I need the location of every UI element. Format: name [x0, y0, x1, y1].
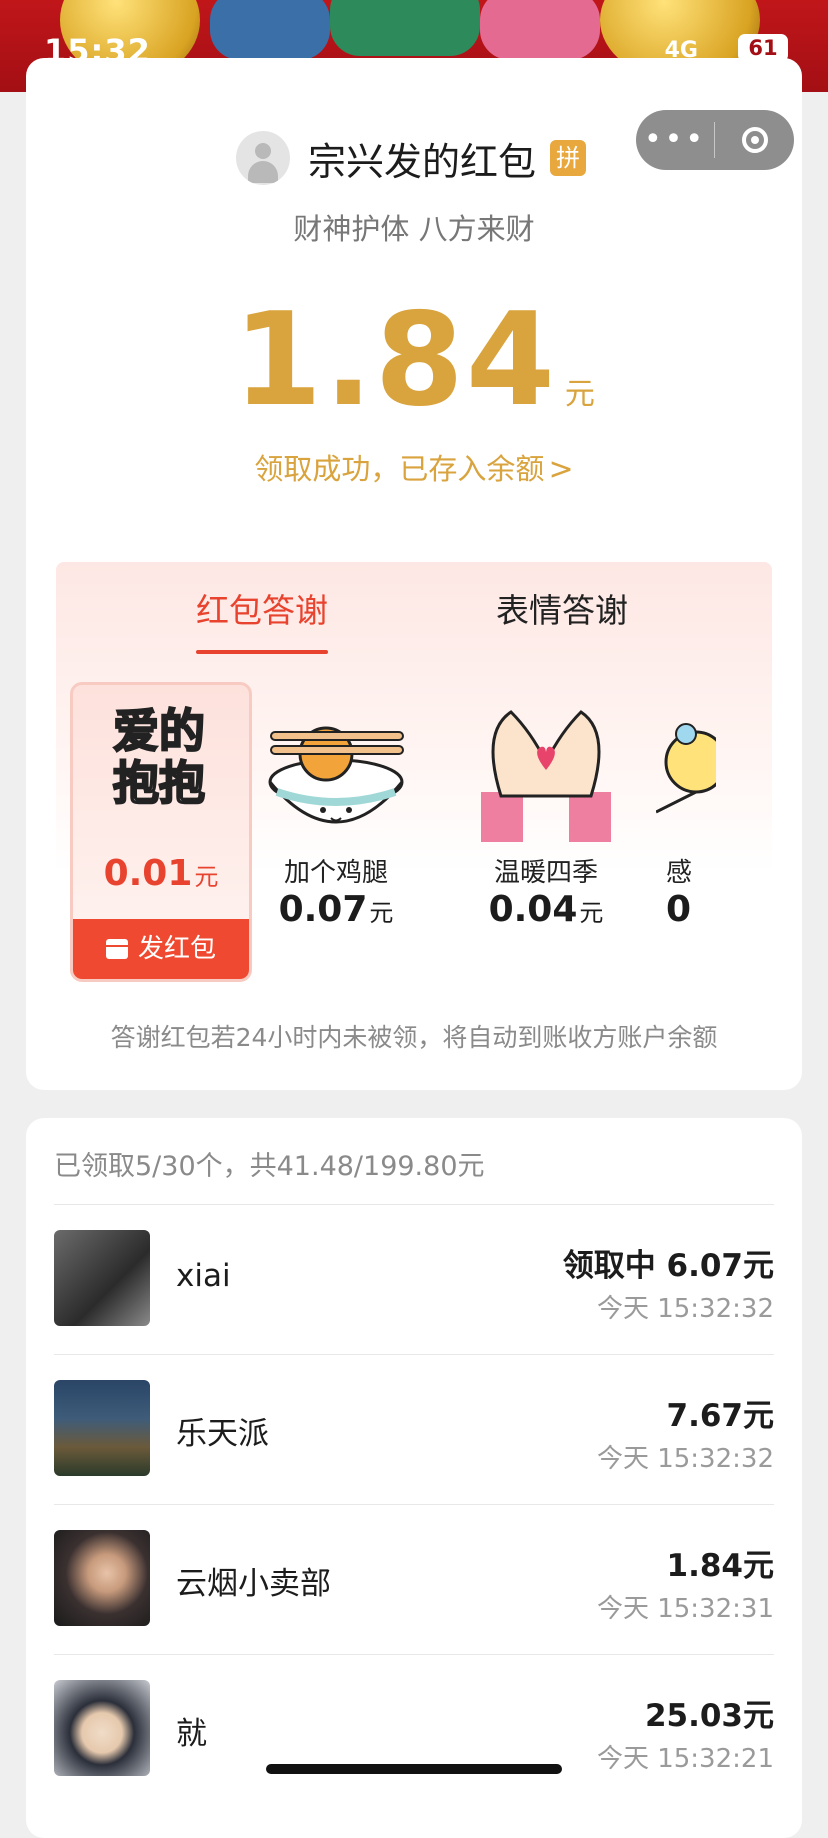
gift-price-value: 0.01 [103, 853, 193, 894]
send-label: 发红包 [137, 934, 216, 964]
receiver-time: 今天 15:32:31 [596, 1594, 774, 1624]
receiver-name: xiai [176, 1258, 231, 1294]
divider [54, 1504, 774, 1505]
gift-price: 0.01元 [73, 853, 249, 894]
receiver-amount: 领取中 6.07元 [562, 1248, 774, 1284]
receiver-name: 就 [176, 1716, 207, 1752]
send-red-packet-button[interactable]: 发红包 [73, 919, 249, 979]
gift-card-hug[interactable]: 爱的 抱抱 0.01元 发红包 [70, 682, 252, 982]
pin-badge: 拼 [550, 140, 587, 176]
receivers-summary: 已领取5/30个，共41.48/199.80元 [54, 1151, 485, 1182]
gift-icon-partial [656, 692, 772, 842]
blessing-text: 财神护体 八方来财 [293, 212, 535, 246]
heart-hands-icon [456, 692, 636, 842]
amount-display: 1.84 元 [0, 296, 828, 426]
receiver-name: 云烟小卖部 [176, 1566, 331, 1602]
more-dots-icon[interactable]: ••• [636, 110, 714, 170]
gift-price-value: 0.07 [278, 889, 368, 930]
receiver-row[interactable]: 乐天派 7.67元 今天 15:32:32 [54, 1380, 774, 1530]
sender-row: 宗兴发的红包 拼 [236, 130, 587, 186]
sender-title: 宗兴发的红包 [308, 139, 537, 184]
gift-price-value: 0.04 [488, 889, 578, 930]
thanks-panel: 红包答谢 表情答谢 爱的 抱抱 0.01元 发红包 加个鸡腿 0.07元 温暖四… [56, 562, 772, 1006]
receiver-name: 乐天派 [176, 1416, 269, 1452]
receiver-amount: 7.67元 [666, 1398, 775, 1434]
receiver-row[interactable]: 就 25.03元 今天 15:32:21 [54, 1680, 774, 1830]
gift-price-unit: 元 [579, 899, 604, 927]
mini-program-capsule: ••• [636, 110, 794, 170]
envelope-icon [105, 939, 128, 959]
gift-price: 0 [656, 889, 772, 930]
gift-name: 加个鸡腿 [283, 858, 388, 888]
receiver-time: 今天 15:32:21 [596, 1744, 774, 1774]
claim-status-text: 领取成功，已存入余额 [254, 452, 545, 486]
sender-avatar[interactable] [236, 131, 290, 185]
gift-price: 0.04元 [456, 889, 636, 930]
receiver-time: 今天 15:32:32 [596, 1444, 774, 1474]
hug-sticker-art: 爱的 抱抱 [99, 704, 219, 815]
receiver-amount: 1.84元 [666, 1548, 775, 1584]
divider [54, 1654, 774, 1655]
art-line-2: 抱抱 [112, 756, 206, 810]
close-target-icon[interactable] [715, 127, 794, 153]
gift-price-unit: 元 [194, 863, 219, 891]
gift-price: 0.07元 [246, 889, 426, 930]
receiver-avatar[interactable] [54, 1380, 150, 1476]
gift-price-value: 0 [666, 889, 692, 930]
home-indicator[interactable] [266, 1764, 562, 1774]
art-line-1: 爱的 [112, 704, 206, 758]
receiver-row[interactable]: xiai 领取中 6.07元 今天 15:32:32 [54, 1230, 774, 1380]
receiver-avatar[interactable] [54, 1530, 150, 1626]
tab-sticker-thanks[interactable]: 表情答谢 [496, 584, 628, 632]
receiver-avatar[interactable] [54, 1230, 150, 1326]
gift-card-warm-seasons[interactable]: 温暖四季 0.04元 [456, 682, 636, 930]
rice-bowl-icon [246, 692, 426, 842]
divider [54, 1204, 774, 1205]
amount-unit: 元 [564, 377, 595, 412]
receiver-avatar[interactable] [54, 1680, 150, 1776]
thanks-note: 答谢红包若24小时内未被领，将自动到账收方账户余额 [110, 1023, 718, 1052]
gift-name: 感 [666, 858, 693, 888]
gift-card-partial[interactable]: 感 0 [656, 682, 772, 930]
divider [54, 1354, 774, 1355]
gift-price-unit: 元 [369, 899, 394, 927]
chevron-right-icon: > [548, 452, 574, 487]
tab-red-packet-thanks[interactable]: 红包答谢 [196, 584, 328, 654]
gift-name: 温暖四季 [493, 858, 598, 888]
receiver-row[interactable]: 云烟小卖部 1.84元 今天 15:32:31 [54, 1530, 774, 1680]
amount-value: 1.84 [233, 286, 557, 435]
claim-status-link[interactable]: 领取成功，已存入余额 > [0, 446, 828, 488]
receiver-time: 今天 15:32:32 [596, 1294, 774, 1324]
receiver-amount: 25.03元 [644, 1698, 774, 1734]
gift-card-chicken-leg[interactable]: 加个鸡腿 0.07元 [246, 682, 426, 930]
